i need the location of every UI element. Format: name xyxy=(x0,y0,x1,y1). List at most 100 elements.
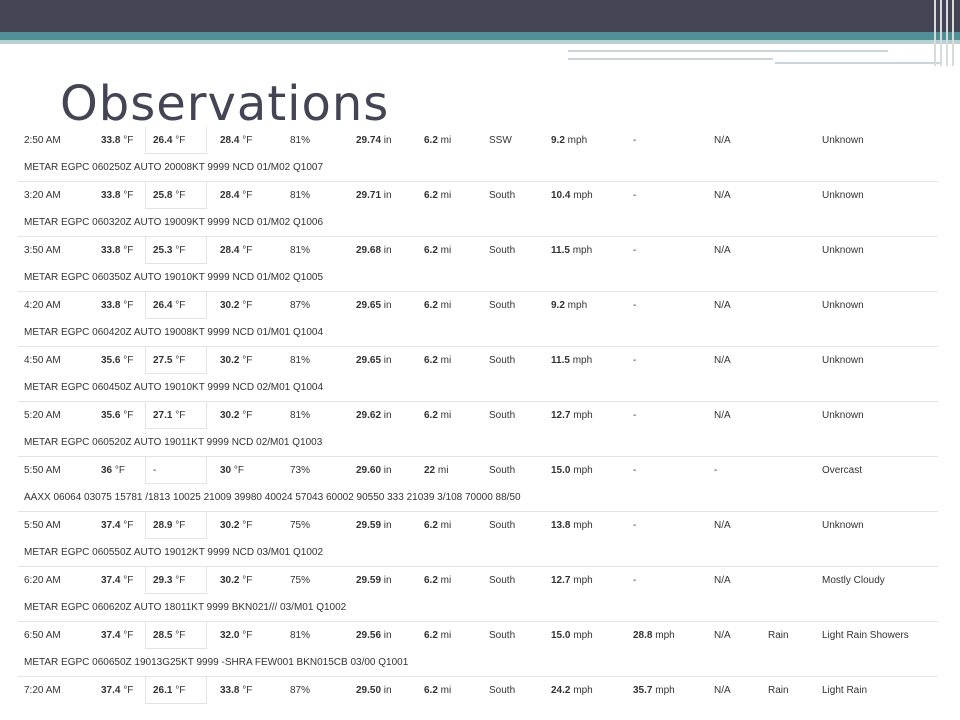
cell-time: 2:50 AM xyxy=(24,135,61,146)
cell-dew-point: 33.8 °F xyxy=(220,685,253,696)
cell-temp: 33.8 °F xyxy=(101,300,134,311)
cell-heat-index: 25.3 °F xyxy=(153,245,186,256)
cell-gust: - xyxy=(633,300,637,311)
cell-time: 4:50 AM xyxy=(24,355,61,366)
cell-visibility: 6.2 mi xyxy=(424,575,452,586)
cell-heat-index: 25.8 °F xyxy=(153,190,186,201)
cell-gust: - xyxy=(633,190,637,201)
slide-light-strip xyxy=(0,40,960,44)
cell-time: 3:20 AM xyxy=(24,190,61,201)
metar-row: METAR EGPC 060320Z AUTO 19009KT 9999 NCD… xyxy=(18,209,938,236)
cell-time: 6:20 AM xyxy=(24,575,61,586)
cell-dew-point: 30 °F xyxy=(220,465,245,476)
cell-pressure: 29.68 in xyxy=(356,245,392,256)
cell-visibility: 6.2 mi xyxy=(424,410,452,421)
cell-events: Rain xyxy=(768,685,789,696)
cell-dew-point: 32.0 °F xyxy=(220,630,253,641)
metar-row: METAR EGPC 060550Z AUTO 19012KT 9999 NCD… xyxy=(18,539,938,566)
table-row: 3:20 AM 33.8 °F 25.8 °F 28.4 °F 81% 29.71 in 6… xyxy=(18,181,938,209)
cell-conditions: Unknown xyxy=(822,410,864,421)
cell-gust: - xyxy=(633,575,637,586)
cell-visibility: 6.2 mi xyxy=(424,520,452,531)
slide-top-bar xyxy=(0,0,960,32)
cell-gust: 35.7 mph xyxy=(633,685,675,696)
cell-pressure: 29.62 in xyxy=(356,410,392,421)
cell-precip: N/A xyxy=(714,575,731,586)
cell-humidity: 87% xyxy=(290,300,311,311)
cell-humidity: 81% xyxy=(290,135,311,146)
cell-conditions: Light Rain xyxy=(822,685,868,696)
cell-pressure: 29.60 in xyxy=(356,465,392,476)
cell-wind-dir: South xyxy=(489,410,516,421)
metar-row: AAXX 06064 03075 15781 /1813 10025 21009… xyxy=(18,484,938,511)
cell-pressure: 29.65 in xyxy=(356,355,392,366)
cell-time: 5:50 AM xyxy=(24,520,61,531)
slide-edge-bar xyxy=(952,0,954,66)
cell-pressure: 29.59 in xyxy=(356,520,392,531)
cell-dew-point: 30.2 °F xyxy=(220,355,253,366)
cell-temp: 37.4 °F xyxy=(101,520,134,531)
metar-text: AAXX 06064 03075 15781 /1813 10025 21009… xyxy=(24,492,521,503)
cell-wind-speed: 11.5 mph xyxy=(551,245,593,256)
cell-humidity: 75% xyxy=(290,575,311,586)
metar-text: METAR EGPC 060550Z AUTO 19012KT 9999 NCD… xyxy=(24,547,324,558)
cell-heat-index: 26.4 °F xyxy=(153,300,186,311)
cell-visibility: 22 mi xyxy=(424,465,449,476)
table-row: 4:20 AM 33.8 °F 26.4 °F 30.2 °F 87% 29.65 in 6… xyxy=(18,291,938,319)
cell-gust: - xyxy=(633,245,637,256)
cell-gust: - xyxy=(633,520,637,531)
metar-row: METAR EGPC 060650Z 19013G25KT 9999 -SHRA… xyxy=(18,649,938,676)
metar-row: METAR EGPC 060350Z AUTO 19010KT 9999 NCD… xyxy=(18,264,938,291)
cell-visibility: 6.2 mi xyxy=(424,685,452,696)
metar-row: METAR EGPC 060420Z AUTO 19008KT 9999 NCD… xyxy=(18,319,938,346)
metar-row: METAR EGPC 060450Z AUTO 19010KT 9999 NCD… xyxy=(18,374,938,401)
cell-humidity: 81% xyxy=(290,190,311,201)
cell-conditions: Light Rain Showers xyxy=(822,630,909,641)
cell-precip: N/A xyxy=(714,685,731,696)
cell-precip: N/A xyxy=(714,355,731,366)
slide-accent-line xyxy=(568,50,888,52)
table-row: 3:50 AM 33.8 °F 25.3 °F 28.4 °F 81% 29.68 in 6… xyxy=(18,236,938,264)
cell-temp: 33.8 °F xyxy=(101,135,134,146)
cell-humidity: 81% xyxy=(290,630,311,641)
cell-humidity: 73% xyxy=(290,465,311,476)
metar-text: METAR EGPC 060320Z AUTO 19009KT 9999 NCD… xyxy=(24,217,324,228)
cell-dew-point: 28.4 °F xyxy=(220,190,253,201)
slide-accent-line xyxy=(775,62,940,64)
cell-conditions: Overcast xyxy=(822,465,863,476)
cell-humidity: 81% xyxy=(290,410,311,421)
cell-wind-speed: 10.4 mph xyxy=(551,190,593,201)
cell-time: 3:50 AM xyxy=(24,245,61,256)
slide-accent-line xyxy=(568,58,773,60)
slide-edge-bar xyxy=(946,0,948,66)
cell-time: 6:50 AM xyxy=(24,630,61,641)
cell-heat-index: 28.9 °F xyxy=(153,520,186,531)
cell-precip: N/A xyxy=(714,520,731,531)
metar-text: METAR EGPC 060450Z AUTO 19010KT 9999 NCD… xyxy=(24,382,324,393)
cell-events: Rain xyxy=(768,630,789,641)
cell-temp: 37.4 °F xyxy=(101,630,134,641)
cell-wind-dir: South xyxy=(489,245,516,256)
cell-heat-index: 26.1 °F xyxy=(153,685,186,696)
cell-conditions: Unknown xyxy=(822,355,864,366)
cell-gust: - xyxy=(633,410,637,421)
cell-wind-dir: South xyxy=(489,465,516,476)
cell-heat-index: 29.3 °F xyxy=(153,575,186,586)
cell-temp: 37.4 °F xyxy=(101,575,134,586)
cell-time: 5:20 AM xyxy=(24,410,61,421)
cell-pressure: 29.71 in xyxy=(356,190,392,201)
cell-conditions: Unknown xyxy=(822,190,864,201)
cell-wind-speed: 12.7 mph xyxy=(551,575,593,586)
cell-temp: 33.8 °F xyxy=(101,245,134,256)
cell-temp: 36 °F xyxy=(101,465,126,476)
table-row: 5:50 AM 37.4 °F 28.9 °F 30.2 °F 75% 29.59 in 6… xyxy=(18,511,938,539)
cell-heat-index: 27.5 °F xyxy=(153,355,186,366)
cell-temp: 33.8 °F xyxy=(101,190,134,201)
cell-pressure: 29.50 in xyxy=(356,685,392,696)
table-row: 6:20 AM 37.4 °F 29.3 °F 30.2 °F 75% 29.59 in 6… xyxy=(18,566,938,594)
cell-precip: N/A xyxy=(714,190,731,201)
metar-text: METAR EGPC 060620Z AUTO 18011KT 9999 BKN… xyxy=(24,602,347,613)
metar-row: METAR EGPC 060250Z AUTO 20008KT 9999 NCD… xyxy=(18,154,938,181)
table-row: 5:50 AM 36 °F - 30 °F 73% 29.60 in 22 mi South 1… xyxy=(18,456,938,484)
cell-precip: N/A xyxy=(714,300,731,311)
